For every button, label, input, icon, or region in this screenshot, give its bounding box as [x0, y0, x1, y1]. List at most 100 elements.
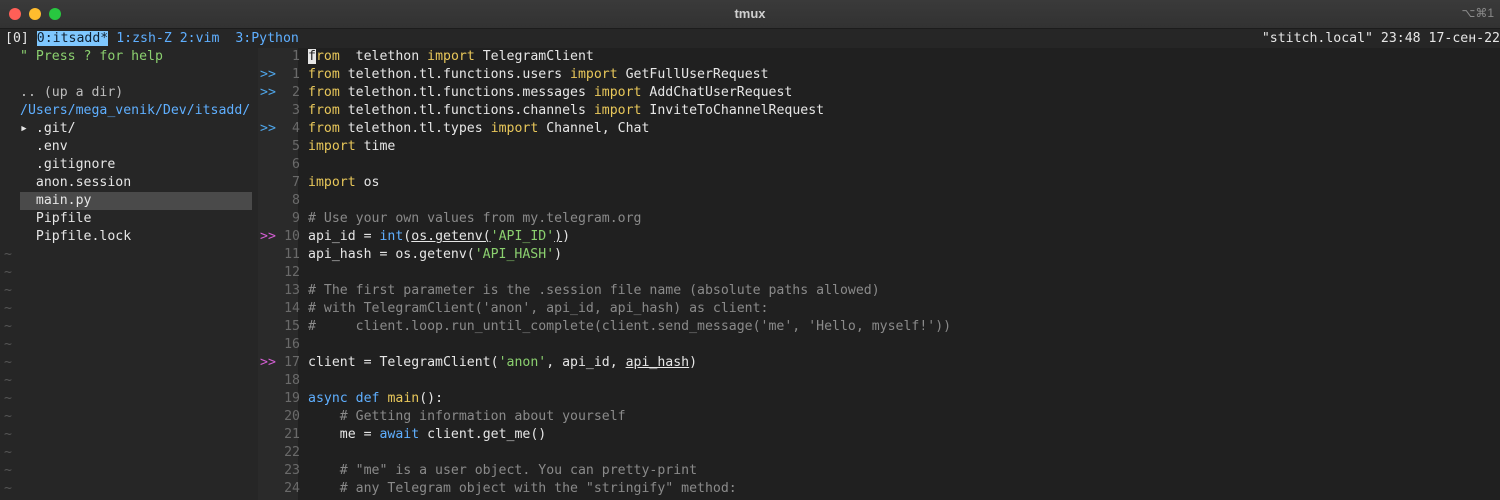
code-line[interactable]: 22 [258, 444, 1500, 462]
code-line[interactable]: 5 import time [258, 138, 1500, 156]
line-number: 8 [292, 193, 300, 208]
file-item[interactable]: .gitignore [20, 156, 252, 174]
file-item[interactable]: .env [20, 138, 252, 156]
line-number: 5 [292, 139, 300, 154]
empty-line-marker: ~ [4, 265, 12, 280]
code-line[interactable]: 13 # The first parameter is the .session … [258, 282, 1500, 300]
code-text: # with TelegramClient('anon', api_id, ap… [308, 301, 769, 316]
code-text: client = TelegramClient('anon', api_id, … [308, 355, 698, 370]
line-number: 1 [292, 49, 300, 64]
tmux-session-index: [0] [5, 31, 29, 46]
code-line[interactable]: 8 [258, 192, 1500, 210]
code-line[interactable]: 16 [258, 336, 1500, 354]
file-item[interactable]: Pipfile [20, 210, 252, 228]
code-text: # Use your own values from my.telegram.o… [308, 211, 642, 226]
line-number: 18 [284, 373, 300, 388]
code-text: api_id = int(os.getenv('API_ID')) [308, 229, 571, 244]
code-line[interactable]: 21 me = await client.get_me() [258, 426, 1500, 444]
code-line[interactable]: 1 from telethon import TelegramClient [258, 48, 1500, 66]
code-line[interactable]: >> 10 api_id = int(os.getenv('API_ID')) [258, 228, 1500, 246]
tmux-status-right: "stitch.local" 23:48 17-сен-22 [1261, 31, 1500, 46]
line-number: 12 [284, 265, 300, 280]
line-number: 19 [284, 391, 300, 406]
line-number: 21 [284, 427, 300, 442]
line-number: 11 [284, 247, 300, 262]
code-line[interactable]: 20 # Getting information about yourself [258, 408, 1500, 426]
tmux-window-2[interactable]: 2:vim [180, 31, 220, 46]
code-line[interactable]: 23 # "me" is a user object. You can pret… [258, 462, 1500, 480]
line-number: 9 [292, 211, 300, 226]
code-text: import time [308, 139, 396, 154]
tmux-window-0[interactable]: 0:itsadd* [36, 31, 109, 46]
window-shortcut: ⌥⌘1 [1461, 6, 1494, 20]
title-bar: tmux ⌥⌘1 [0, 0, 1500, 29]
code-text: # The first parameter is the .session fi… [308, 283, 880, 298]
file-item[interactable]: main.py [20, 192, 252, 210]
line-number: 1 [292, 67, 300, 82]
line-number: 23 [284, 463, 300, 478]
code-text: from telethon import TelegramClient [308, 49, 594, 64]
code-text: from telethon.tl.functions.messages impo… [308, 85, 793, 100]
terminal-window: tmux ⌥⌘1 [0] 0:itsadd* 1:zsh-Z 2:vim 3:P… [0, 0, 1500, 500]
code-text: from telethon.tl.types import Channel, C… [308, 121, 650, 136]
code-text: # any Telegram object with the "stringif… [339, 481, 737, 496]
code-line[interactable]: 11 api_hash = os.getenv('API_HASH') [258, 246, 1500, 264]
vim-editor[interactable]: 1 from telethon import TelegramClient >> 1 f… [258, 48, 1500, 500]
code-text: me = await client.get_me() [308, 427, 547, 442]
code-line[interactable]: 18 [258, 372, 1500, 390]
code-line[interactable]: 12 [258, 264, 1500, 282]
empty-line-marker: ~ [4, 391, 12, 406]
line-number: 13 [284, 283, 300, 298]
code-text: # "me" is a user object. You can pretty-… [339, 463, 698, 478]
tmux-status-bar: [0] 0:itsadd* 1:zsh-Z 2:vim 3:Python "st… [0, 30, 1500, 48]
code-line[interactable]: 19 async def main(): [258, 390, 1500, 408]
line-number: 3 [292, 103, 300, 118]
code-text: from telethon.tl.functions.channels impo… [308, 103, 825, 118]
empty-line-marker: ~ [4, 463, 12, 478]
file-item[interactable]: ▸ .git/ [20, 120, 252, 138]
tmux-window-1[interactable]: 1:zsh-Z [116, 31, 172, 46]
line-number: 4 [292, 121, 300, 136]
code-text: # Getting information about yourself [339, 409, 626, 424]
line-number: 7 [292, 175, 300, 190]
up-dir-link[interactable]: .. (up a dir) [20, 84, 123, 102]
code-line[interactable]: 9 # Use your own values from my.telegram.… [258, 210, 1500, 228]
code-text: # client.loop.run_until_complete(client.… [308, 319, 952, 334]
code-line[interactable]: >> 17 client = TelegramClient('anon', api_… [258, 354, 1500, 372]
window-title: tmux [734, 6, 766, 21]
nerdtree-sidebar: " Press ? for help .. (up a dir) /Users/… [0, 48, 258, 500]
file-item[interactable]: Pipfile.lock [20, 228, 252, 246]
code-line[interactable]: >> 4 from telethon.tl.types import Channel… [258, 120, 1500, 138]
code-line[interactable]: 7 import os [258, 174, 1500, 192]
tmux-window-3[interactable]: 3:Python [235, 31, 299, 46]
nerdtree-help: " Press ? for help [20, 49, 163, 64]
line-number: 22 [284, 445, 300, 460]
empty-line-marker: ~ [4, 337, 12, 352]
code-text: import os [308, 175, 380, 190]
file-item[interactable]: anon.session [20, 174, 252, 192]
code-text: api_hash = os.getenv('API_HASH') [308, 247, 563, 262]
code-line[interactable]: 15 # client.loop.run_until_complete(clien… [258, 318, 1500, 336]
line-number: 6 [292, 157, 300, 172]
line-number: 17 [284, 355, 300, 370]
empty-line-marker: ~ [4, 445, 12, 460]
tmux-window-list: [0] 0:itsadd* 1:zsh-Z 2:vim 3:Python [5, 30, 299, 48]
empty-line-marker: ~ [4, 247, 12, 262]
line-number: 16 [284, 337, 300, 352]
current-path: /Users/mega_venik/Dev/itsadd/ [20, 103, 251, 118]
empty-line-marker: ~ [4, 301, 12, 316]
line-number: 15 [284, 319, 300, 334]
code-line[interactable]: 24 # any Telegram object with the "strin… [258, 480, 1500, 498]
line-number: 10 [284, 229, 300, 244]
empty-line-marker: ~ [4, 319, 12, 334]
code-line[interactable]: 3 from telethon.tl.functions.channels imp… [258, 102, 1500, 120]
code-line[interactable]: >> 1 from telethon.tl.functions.users impo… [258, 66, 1500, 84]
code-line[interactable]: >> 2 from telethon.tl.functions.messages i… [258, 84, 1500, 102]
code-line[interactable]: 14 # with TelegramClient('anon', api_id, … [258, 300, 1500, 318]
empty-line-marker: ~ [4, 427, 12, 442]
empty-line-marker: ~ [4, 373, 12, 388]
code-line[interactable]: 6 [258, 156, 1500, 174]
empty-line-marker: ~ [4, 481, 12, 496]
line-number: 14 [284, 301, 300, 316]
line-number: 24 [284, 481, 300, 496]
